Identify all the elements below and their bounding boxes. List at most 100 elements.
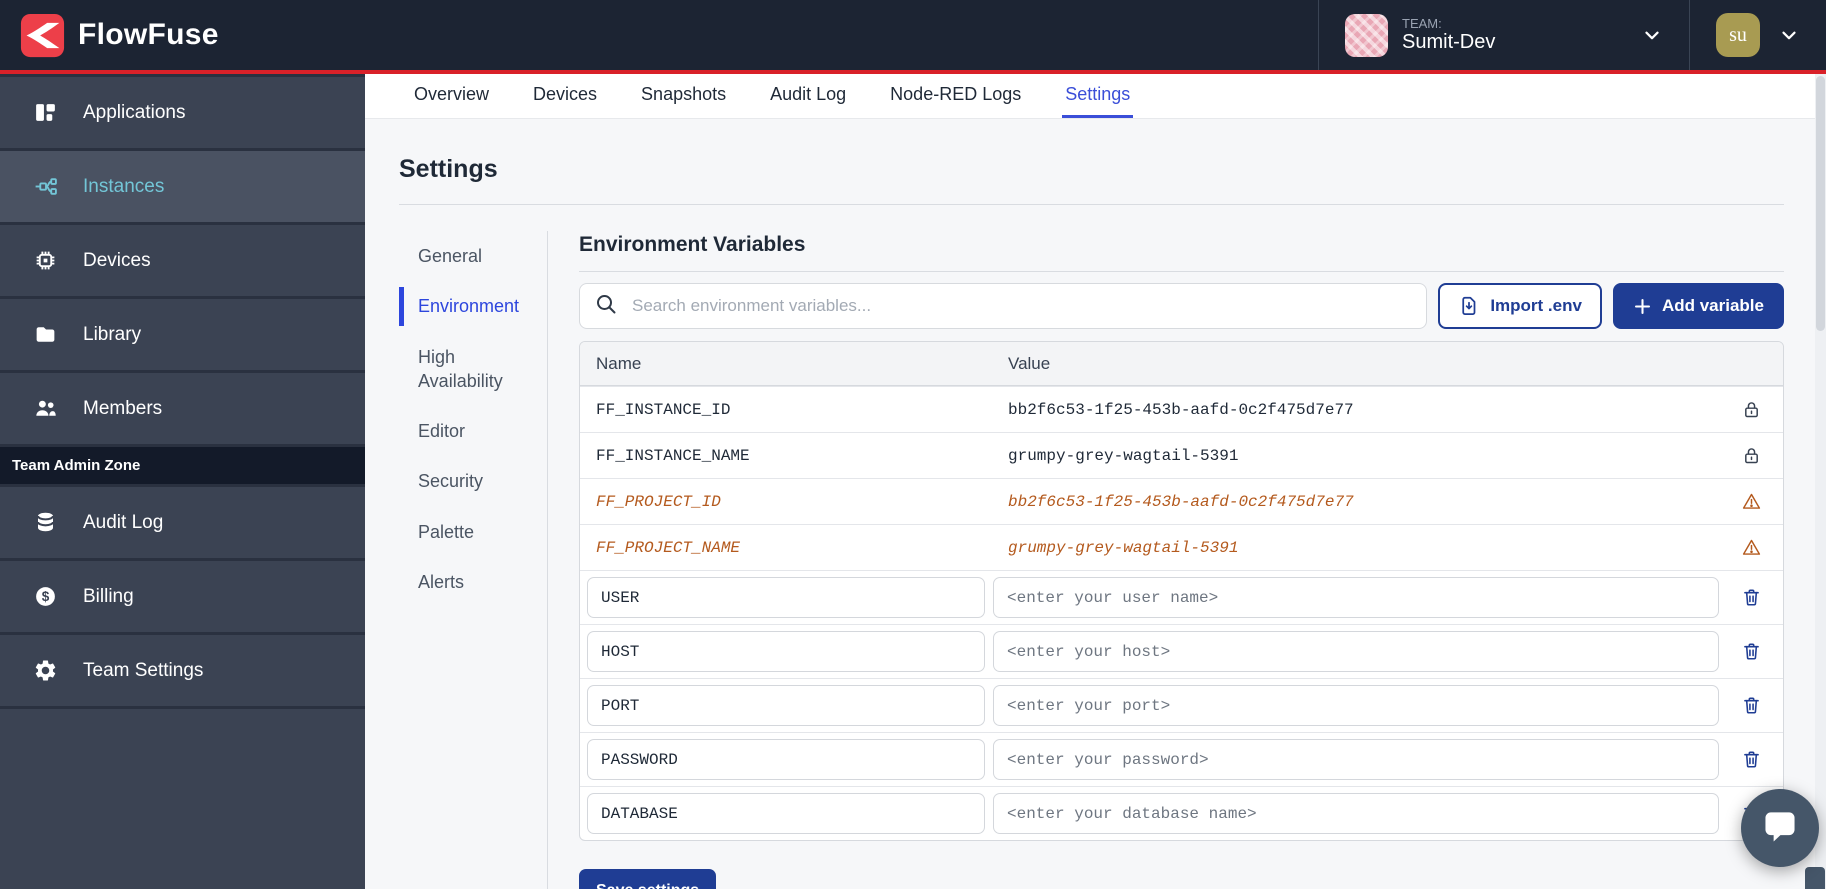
subnav-item-editor[interactable]: Editor <box>399 406 547 456</box>
sidebar-item-label: Members <box>83 398 162 420</box>
environment-pane: Environment Variables <box>548 231 1784 889</box>
flowfuse-logo-icon <box>20 13 65 58</box>
env-value-input[interactable] <box>993 685 1719 726</box>
table-row: FF_PROJECT_NAME grumpy-grey-wagtail-5391 <box>580 524 1783 570</box>
env-name-input[interactable] <box>587 631 985 672</box>
column-header-value: Value <box>992 354 1719 374</box>
sidebar-item-label: Billing <box>83 586 134 608</box>
sidebar: Applications Instances Devices Library M… <box>0 74 365 889</box>
scrollbar-track[interactable] <box>1815 74 1826 889</box>
trash-icon[interactable] <box>1719 695 1783 716</box>
env-name: FF_INSTANCE_NAME <box>580 447 992 465</box>
subnav-item-environment[interactable]: Environment <box>399 281 547 331</box>
team-selector[interactable]: TEAM: Sumit-Dev <box>1318 0 1690 70</box>
env-value-input[interactable] <box>993 577 1719 618</box>
sidebar-item-label: Instances <box>83 176 164 198</box>
database-icon <box>33 510 58 535</box>
sidebar-item-applications[interactable]: Applications <box>0 74 365 148</box>
chat-widget-button[interactable] <box>1741 789 1819 867</box>
sidebar-item-members[interactable]: Members <box>0 370 365 444</box>
chat-bubble-icon <box>1760 806 1800 851</box>
sidebar-filler <box>0 706 365 889</box>
sidebar-item-audit-log[interactable]: Audit Log <box>0 484 365 558</box>
user-menu[interactable]: su <box>1690 0 1826 70</box>
chevron-down-icon <box>1641 24 1663 46</box>
divider <box>579 271 1784 272</box>
sidebar-section-team-admin-zone: Team Admin Zone <box>0 444 365 484</box>
env-name-input[interactable] <box>587 577 985 618</box>
subnav-item-alerts[interactable]: Alerts <box>399 557 547 607</box>
plus-icon <box>1633 297 1652 316</box>
user-avatar: su <box>1716 13 1760 57</box>
instances-icon <box>33 174 58 199</box>
import-env-button[interactable]: Import .env <box>1438 283 1602 329</box>
env-value: grumpy-grey-wagtail-5391 <box>992 447 1719 465</box>
users-icon <box>33 396 58 421</box>
env-value-input[interactable] <box>993 631 1719 672</box>
chip-icon <box>33 248 58 273</box>
trash-icon[interactable] <box>1719 641 1783 662</box>
table-row: FF_PROJECT_ID bb2f6c53-1f25-453b-aafd-0c… <box>580 478 1783 524</box>
header-right: TEAM: Sumit-Dev su <box>1318 0 1826 70</box>
save-settings-button[interactable]: Save settings <box>579 869 716 889</box>
env-value: bb2f6c53-1f25-453b-aafd-0c2f475d7e77 <box>992 493 1719 511</box>
tab-settings[interactable]: Settings <box>1062 74 1133 118</box>
import-env-label: Import .env <box>1490 296 1582 316</box>
search-box <box>579 283 1427 329</box>
divider <box>399 204 1784 205</box>
add-variable-label: Add variable <box>1662 296 1764 316</box>
trash-icon[interactable] <box>1719 749 1783 770</box>
gear-icon <box>33 658 58 683</box>
table-row <box>580 624 1783 678</box>
tab-audit-log[interactable]: Audit Log <box>767 74 849 118</box>
lock-icon <box>1719 399 1783 420</box>
brand[interactable]: FlowFuse <box>20 13 219 58</box>
subnav-item-security[interactable]: Security <box>399 456 547 506</box>
table-row: FF_INSTANCE_ID bb2f6c53-1f25-453b-aafd-0… <box>580 386 1783 432</box>
chat-widget-tail <box>1805 867 1825 889</box>
search-input[interactable] <box>630 295 1412 317</box>
sidebar-item-team-settings[interactable]: Team Settings <box>0 632 365 706</box>
env-name-input[interactable] <box>587 685 985 726</box>
table-row <box>580 732 1783 786</box>
env-name-input[interactable] <box>587 793 985 834</box>
env-value-input[interactable] <box>993 739 1719 780</box>
sidebar-item-library[interactable]: Library <box>0 296 365 370</box>
env-name: FF_PROJECT_ID <box>580 493 992 511</box>
env-name: FF_INSTANCE_ID <box>580 401 992 419</box>
sidebar-item-billing[interactable]: $ Billing <box>0 558 365 632</box>
settings-subnav: General Environment High Availability Ed… <box>399 231 548 889</box>
tab-node-red-logs[interactable]: Node-RED Logs <box>887 74 1024 118</box>
search-icon <box>594 292 618 321</box>
tab-devices[interactable]: Devices <box>530 74 600 118</box>
table-row <box>580 678 1783 732</box>
folder-icon <box>33 322 58 347</box>
team-avatar <box>1345 14 1388 57</box>
sidebar-item-instances[interactable]: Instances <box>0 148 365 222</box>
svg-text:$: $ <box>42 589 50 604</box>
tab-snapshots[interactable]: Snapshots <box>638 74 729 118</box>
sidebar-item-label: Library <box>83 324 141 346</box>
sidebar-item-devices[interactable]: Devices <box>0 222 365 296</box>
sidebar-item-label: Team Settings <box>83 660 203 682</box>
table-row <box>580 786 1783 840</box>
env-value: grumpy-grey-wagtail-5391 <box>992 539 1719 557</box>
trash-icon[interactable] <box>1719 587 1783 608</box>
lock-icon <box>1719 445 1783 466</box>
team-label: TEAM: <box>1402 16 1495 31</box>
subnav-item-palette[interactable]: Palette <box>399 507 547 557</box>
add-variable-button[interactable]: Add variable <box>1613 283 1784 329</box>
team-name: Sumit-Dev <box>1402 31 1495 55</box>
env-value-input[interactable] <box>993 793 1719 834</box>
table-row: FF_INSTANCE_NAME grumpy-grey-wagtail-539… <box>580 432 1783 478</box>
table-header: Name Value <box>580 342 1783 386</box>
subnav-item-general[interactable]: General <box>399 231 547 281</box>
applications-icon <box>33 100 58 125</box>
env-name-input[interactable] <box>587 739 985 780</box>
tab-overview[interactable]: Overview <box>411 74 492 118</box>
dollar-circle-icon: $ <box>33 584 58 609</box>
env-variables-table: Name Value FF_INSTANCE_ID bb2f6c53-1f25-… <box>579 341 1784 841</box>
subnav-item-high-availability[interactable]: High Availability <box>399 332 547 407</box>
env-toolbar: Import .env Add variable <box>579 283 1784 329</box>
scrollbar-thumb[interactable] <box>1816 76 1825 331</box>
